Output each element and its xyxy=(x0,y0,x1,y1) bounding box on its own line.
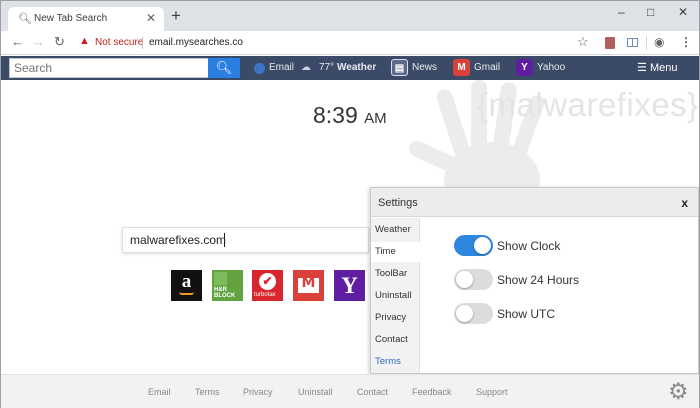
gmail-tile[interactable]: M xyxy=(293,270,324,301)
settings-header: Settings x xyxy=(371,188,698,217)
text-caret xyxy=(224,233,225,247)
security-status[interactable]: Not secure xyxy=(95,37,143,48)
yahoo-link[interactable]: Yahoo xyxy=(537,62,565,73)
settings-tab-weather[interactable]: Weather xyxy=(371,220,420,240)
tab-close-icon[interactable]: ✕ xyxy=(146,11,156,25)
browser-toolbar: ← → ↻ ▲ Not secure email.mysearches.co ☆… xyxy=(1,31,699,55)
hamburger-icon: ☰ xyxy=(637,62,647,74)
clock-ampm: AM xyxy=(364,110,387,127)
page-footer: Email Terms Privacy Uninstall Contact Fe… xyxy=(1,374,699,408)
toggle-knob xyxy=(456,271,473,288)
footer-link-email[interactable]: Email xyxy=(148,387,171,397)
settings-sidebar: Weather Time ToolBar Uninstall Privacy C… xyxy=(371,218,421,373)
settings-panel: Settings x Weather Time ToolBar Uninstal… xyxy=(370,187,699,374)
back-arrow-icon[interactable]: ← xyxy=(11,35,24,49)
window-close-icon[interactable]: ✕ xyxy=(678,5,688,19)
amazon-tile[interactable]: a xyxy=(171,270,202,301)
yahoo-tile[interactable]: Y xyxy=(334,270,365,301)
news-icon: ▤ xyxy=(391,59,408,76)
turbotax-tile[interactable]: ✔ turbotax xyxy=(252,270,283,301)
toolbar-search-input[interactable] xyxy=(9,58,209,78)
settings-title: Settings xyxy=(378,197,418,209)
email-icon xyxy=(254,63,265,74)
toolbar-search-button[interactable]: 🔍︎ xyxy=(208,58,240,78)
kebab-menu-icon[interactable]: ⋮ xyxy=(680,35,692,49)
new-tab-page: {malwarefixes} 8:39 AM a H&RBLOCK ✔ turb… xyxy=(1,80,699,374)
reload-icon[interactable]: ↻ xyxy=(54,35,65,49)
show-utc-toggle[interactable] xyxy=(454,303,493,324)
close-icon[interactable]: x xyxy=(681,196,688,210)
weather-link[interactable]: Weather xyxy=(337,62,376,73)
turbotax-logo: turbotax xyxy=(254,292,276,298)
toolbar-divider xyxy=(646,36,647,50)
check-icon: ✔ xyxy=(259,273,276,290)
tab-title: New Tab Search xyxy=(34,13,108,24)
search-icon: 🔍︎ xyxy=(18,13,32,25)
settings-tab-time[interactable]: Time xyxy=(371,242,421,262)
gear-icon[interactable]: ⚙ xyxy=(668,379,689,403)
toggle-knob xyxy=(474,237,491,254)
settings-tab-uninstall[interactable]: Uninstall xyxy=(371,286,420,306)
settings-tab-terms[interactable]: Terms xyxy=(371,352,420,372)
show-utc-label: Show UTC xyxy=(497,307,556,321)
hr-block-logo: H&R BLOCK xyxy=(214,287,236,299)
warning-icon: ▲ xyxy=(79,35,90,47)
profile-icon[interactable]: ◉ xyxy=(654,35,664,49)
clock: 8:39 AM xyxy=(313,102,387,129)
amazon-smile xyxy=(179,292,194,295)
watermark-text: {malwarefixes} xyxy=(477,86,699,123)
footer-link-terms[interactable]: Terms xyxy=(195,387,220,397)
toggle-knob xyxy=(456,305,473,322)
menu-button[interactable]: ☰ Menu xyxy=(637,61,677,74)
email-link[interactable]: Email xyxy=(269,62,294,73)
search-icon: 🔍︎ xyxy=(215,60,233,75)
main-search-input[interactable] xyxy=(123,228,368,252)
hr-block-tile[interactable]: H&R BLOCK xyxy=(212,270,243,301)
footer-link-privacy[interactable]: Privacy xyxy=(243,387,273,397)
yahoo-icon: Y xyxy=(516,59,533,76)
weather-temp[interactable]: 77° xyxy=(319,62,334,73)
settings-tab-contact[interactable]: Contact xyxy=(371,330,420,350)
settings-tab-privacy[interactable]: Privacy xyxy=(371,308,420,328)
main-search-box[interactable] xyxy=(122,227,369,253)
footer-link-support[interactable]: Support xyxy=(476,387,508,397)
footer-link-uninstall[interactable]: Uninstall xyxy=(298,387,333,397)
maximize-icon[interactable]: □ xyxy=(647,5,654,19)
tab-new-tab-search[interactable]: 🔍︎ New Tab Search ✕ xyxy=(8,7,164,31)
gmail-link[interactable]: Gmail xyxy=(474,62,500,73)
menu-label: Menu xyxy=(649,62,678,74)
news-link[interactable]: News xyxy=(412,62,437,73)
url-text[interactable]: email.mysearches.co xyxy=(149,37,243,48)
yahoo-logo: Y xyxy=(341,273,358,298)
show-24-hours-label: Show 24 Hours xyxy=(497,273,580,287)
minimize-icon[interactable]: – xyxy=(618,5,625,19)
show-clock-label: Show Clock xyxy=(497,239,561,253)
hr-block-square xyxy=(214,272,227,285)
show-24-hours-toggle[interactable] xyxy=(454,269,493,290)
reader-extension-icon[interactable] xyxy=(627,38,638,47)
extension-toolbar: 🔍︎ Email ☁ 77° Weather ▤ News M Gmail Y … xyxy=(1,56,699,80)
pdf-extension-icon[interactable] xyxy=(605,37,615,49)
amazon-logo: a xyxy=(181,271,192,292)
cloud-icon: ☁ xyxy=(301,62,311,73)
browser-window: 🔍︎ New Tab Search ✕ + – □ ✕ ← → ↻ ▲ Not … xyxy=(0,0,700,408)
clock-time: 8:39 xyxy=(313,102,358,128)
tab-strip: 🔍︎ New Tab Search ✕ + – □ ✕ xyxy=(1,1,699,31)
new-tab-button[interactable]: + xyxy=(171,7,181,24)
footer-link-contact[interactable]: Contact xyxy=(357,387,388,397)
forward-arrow-icon[interactable]: → xyxy=(32,35,45,49)
footer-link-feedback[interactable]: Feedback xyxy=(412,387,452,397)
address-divider xyxy=(142,37,143,49)
show-clock-toggle[interactable] xyxy=(454,235,493,256)
envelope-icon: M xyxy=(298,275,319,293)
address-bar[interactable]: ▲ Not secure email.mysearches.co ☆ xyxy=(73,33,601,53)
star-icon[interactable]: ☆ xyxy=(577,34,589,50)
gmail-icon: M xyxy=(453,59,470,76)
settings-tab-toolbar[interactable]: ToolBar xyxy=(371,264,420,284)
